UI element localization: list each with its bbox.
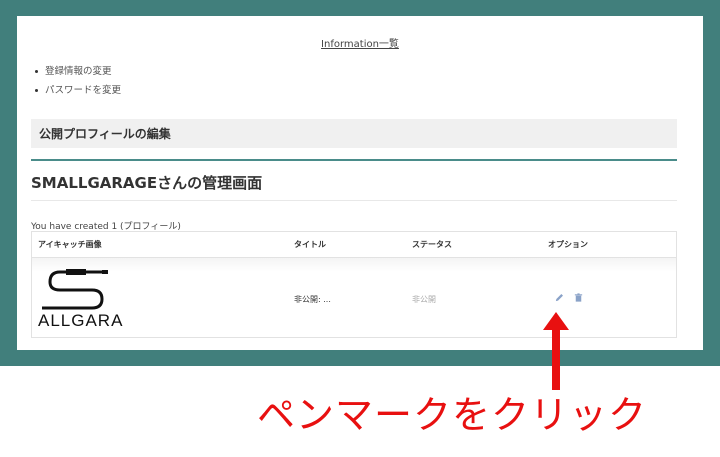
pencil-icon[interactable]	[554, 292, 565, 303]
table-header: アイキャッチ画像 タイトル ステータス オプション	[32, 232, 676, 258]
header-options: オプション	[548, 240, 588, 249]
header-eyecatch: アイキャッチ画像	[38, 240, 102, 249]
menu-item-edit-registration[interactable]: 登録情報の変更	[33, 62, 121, 81]
title-divider	[31, 200, 677, 201]
thumbnail-text: ALLGARA	[38, 311, 124, 330]
public-profile-edit-heading[interactable]: 公開プロフィールの編集	[31, 119, 677, 148]
row-status: 非公開	[412, 295, 436, 304]
header-status: ステータス	[412, 240, 452, 249]
page-title: SMALLGARAGEさんの管理画面	[31, 174, 263, 192]
garage-logo-icon	[42, 269, 108, 310]
information-list-link[interactable]: Information一覧	[17, 35, 703, 50]
instruction-annotation: ペンマークをクリック	[257, 393, 648, 437]
table-row: ALLGARA 非公開: ... 非公開	[32, 258, 676, 338]
red-arrow-up-icon	[543, 312, 569, 390]
eyecatch-thumbnail[interactable]: ALLGARA	[38, 264, 128, 332]
row-title[interactable]: 非公開: ...	[294, 294, 331, 305]
trash-icon[interactable]	[573, 292, 584, 303]
content-panel: Information一覧 登録情報の変更 パスワードを変更 公開プロフィールの…	[17, 16, 703, 350]
menu-item-change-password[interactable]: パスワードを変更	[33, 81, 121, 100]
account-menu: 登録情報の変更 パスワードを変更	[33, 62, 121, 100]
section-divider	[31, 159, 677, 161]
browser-frame: Information一覧 登録情報の変更 パスワードを変更 公開プロフィールの…	[0, 0, 720, 366]
profile-table: アイキャッチ画像 タイトル ステータス オプション ALLGARA 非公開: .…	[31, 231, 677, 338]
header-title: タイトル	[294, 240, 326, 249]
